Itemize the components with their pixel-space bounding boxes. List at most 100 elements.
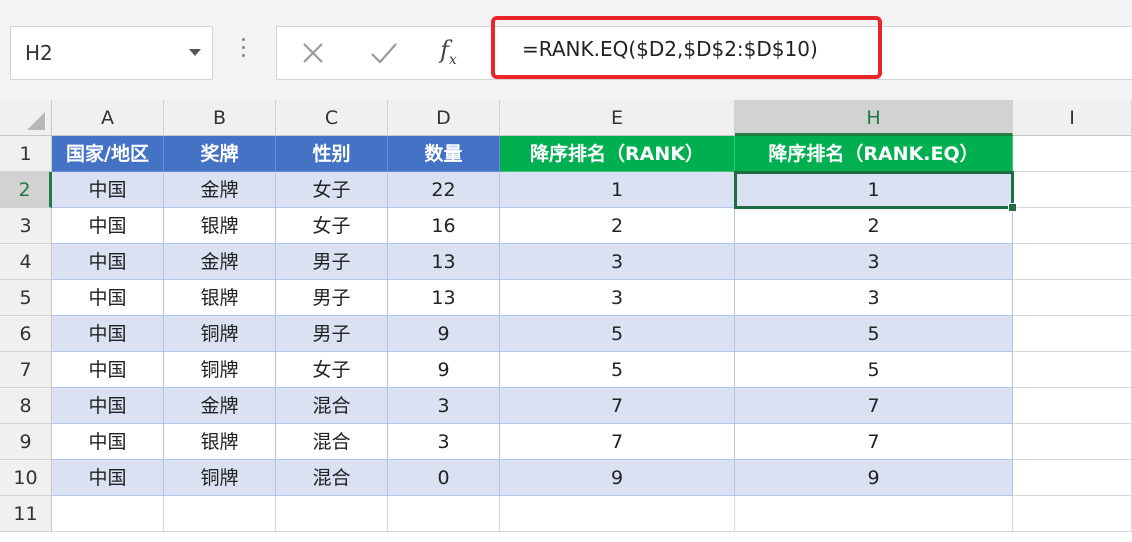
table-cell[interactable]: 1 [500, 172, 735, 208]
table-header-cell[interactable]: 降序排名（RANK） [500, 136, 735, 172]
column-header-h[interactable]: H [735, 100, 1013, 136]
table-cell[interactable] [388, 496, 500, 532]
column-header-a[interactable]: A [52, 100, 164, 136]
table-cell[interactable]: 男子 [276, 244, 388, 280]
table-cell[interactable] [1013, 352, 1132, 388]
column-header-c[interactable]: C [276, 100, 388, 136]
select-all-corner[interactable] [0, 100, 52, 136]
table-cell[interactable] [1013, 460, 1132, 496]
cancel-icon[interactable] [298, 38, 328, 68]
table-cell[interactable]: 男子 [276, 316, 388, 352]
table-cell[interactable] [1013, 388, 1132, 424]
table-cell[interactable]: 女子 [276, 172, 388, 208]
table-cell[interactable] [52, 496, 164, 532]
table-cell[interactable]: 13 [388, 244, 500, 280]
table-cell[interactable]: 银牌 [164, 280, 276, 316]
table-cell[interactable]: 3 [388, 388, 500, 424]
table-cell[interactable]: 金牌 [164, 172, 276, 208]
spreadsheet-grid[interactable]: A B C D E H I 1 2 3 4 5 6 7 8 9 10 11 国家/地区 奖牌 性别 数量 降序排名（RANK… [0, 100, 1132, 542]
table-cell[interactable]: 13 [388, 280, 500, 316]
row-header-4[interactable]: 4 [0, 244, 52, 280]
table-cell[interactable]: 中国 [52, 208, 164, 244]
row-header-7[interactable]: 7 [0, 352, 52, 388]
chevron-down-icon[interactable] [189, 49, 201, 56]
table-cell[interactable]: 16 [388, 208, 500, 244]
table-cell[interactable]: 5 [735, 352, 1013, 388]
table-cell[interactable]: 中国 [52, 388, 164, 424]
table-cell[interactable] [1013, 316, 1132, 352]
table-cell[interactable]: 7 [500, 424, 735, 460]
row-header-9[interactable]: 9 [0, 424, 52, 460]
table-cell[interactable]: 5 [500, 352, 735, 388]
table-cell[interactable]: 7 [500, 388, 735, 424]
column-header-b[interactable]: B [164, 100, 276, 136]
row-header-10[interactable]: 10 [0, 460, 52, 496]
table-cell[interactable] [276, 496, 388, 532]
table-cell[interactable] [1013, 280, 1132, 316]
table-cell[interactable]: 2 [735, 208, 1013, 244]
table-cell[interactable]: 5 [500, 316, 735, 352]
table-cell[interactable]: 铜牌 [164, 316, 276, 352]
check-icon[interactable] [368, 38, 400, 68]
table-cell[interactable]: 男子 [276, 280, 388, 316]
table-cell[interactable]: 女子 [276, 208, 388, 244]
table-cell[interactable]: 中国 [52, 280, 164, 316]
row-header-8[interactable]: 8 [0, 388, 52, 424]
table-cell[interactable]: 中国 [52, 424, 164, 460]
table-cell[interactable]: 混合 [276, 460, 388, 496]
table-cell[interactable]: 3 [735, 280, 1013, 316]
table-header-cell[interactable]: 数量 [388, 136, 500, 172]
table-cell[interactable] [1013, 172, 1132, 208]
table-cell[interactable]: 混合 [276, 388, 388, 424]
table-cell[interactable] [1013, 136, 1132, 172]
row-header-2[interactable]: 2 [0, 172, 52, 208]
table-cell[interactable]: 银牌 [164, 424, 276, 460]
row-header-11[interactable]: 11 [0, 496, 52, 532]
table-cell[interactable]: 中国 [52, 244, 164, 280]
row-header-6[interactable]: 6 [0, 316, 52, 352]
column-header-d[interactable]: D [388, 100, 500, 136]
table-cell[interactable]: 9 [500, 460, 735, 496]
table-cell[interactable]: 中国 [52, 352, 164, 388]
table-cell[interactable]: 金牌 [164, 388, 276, 424]
table-cell[interactable]: 混合 [276, 424, 388, 460]
insert-function-icon[interactable]: fx [440, 36, 474, 70]
row-header-1[interactable]: 1 [0, 136, 52, 172]
row-header-5[interactable]: 5 [0, 280, 52, 316]
name-box[interactable]: H2 [10, 26, 213, 80]
table-cell[interactable]: 7 [735, 424, 1013, 460]
table-cell[interactable]: 2 [500, 208, 735, 244]
table-cell[interactable] [164, 496, 276, 532]
table-cell[interactable] [1013, 496, 1132, 532]
table-cell[interactable]: 女子 [276, 352, 388, 388]
table-cell[interactable] [500, 496, 735, 532]
table-cell[interactable]: 3 [735, 244, 1013, 280]
table-cell[interactable] [1013, 244, 1132, 280]
fill-handle[interactable] [1008, 203, 1017, 212]
table-cell[interactable]: 5 [735, 316, 1013, 352]
table-header-cell[interactable]: 奖牌 [164, 136, 276, 172]
table-header-cell[interactable]: 国家/地区 [52, 136, 164, 172]
column-header-e[interactable]: E [500, 100, 735, 136]
table-cell[interactable]: 金牌 [164, 244, 276, 280]
table-cell[interactable]: 7 [735, 388, 1013, 424]
row-header-3[interactable]: 3 [0, 208, 52, 244]
column-header-i[interactable]: I [1013, 100, 1132, 136]
table-header-cell[interactable]: 性别 [276, 136, 388, 172]
table-cell[interactable]: 3 [388, 424, 500, 460]
table-header-cell[interactable]: 降序排名（RANK.EQ） [735, 136, 1013, 172]
table-cell[interactable] [1013, 424, 1132, 460]
table-cell[interactable]: 22 [388, 172, 500, 208]
table-cell[interactable]: 9 [388, 352, 500, 388]
formula-input[interactable]: =RANK.EQ($D2,$D$2:$D$10) [522, 37, 818, 61]
table-cell[interactable] [1013, 208, 1132, 244]
table-cell[interactable]: 3 [500, 280, 735, 316]
table-cell[interactable]: 9 [388, 316, 500, 352]
table-cell[interactable]: 1 [735, 172, 1013, 208]
table-cell[interactable]: 铜牌 [164, 460, 276, 496]
drag-handle-icon[interactable] [238, 38, 248, 68]
table-cell[interactable]: 中国 [52, 316, 164, 352]
table-cell[interactable]: 9 [735, 460, 1013, 496]
table-cell[interactable]: 银牌 [164, 208, 276, 244]
table-cell[interactable]: 中国 [52, 460, 164, 496]
